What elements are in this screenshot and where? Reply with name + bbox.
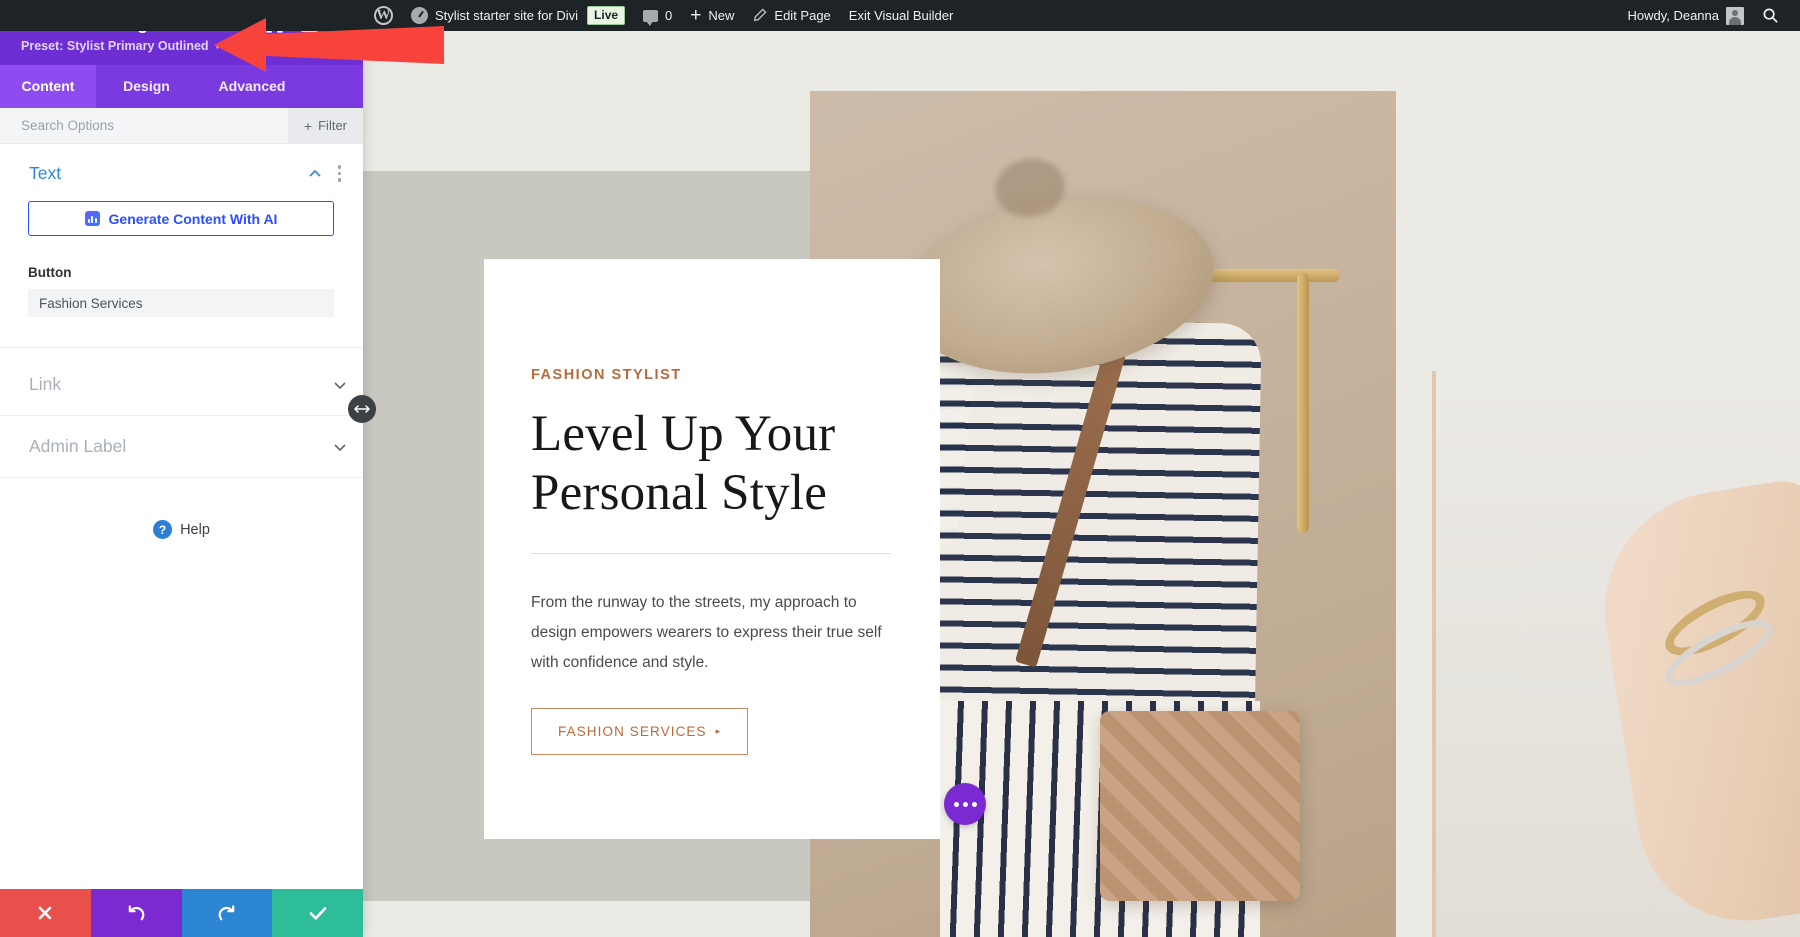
preset-selector[interactable]: Preset: Stylist Primary Outlined ▼ [21,39,221,53]
pencil-icon [752,8,767,23]
filter-button[interactable]: + Filter [288,108,363,143]
plus-icon: + [304,119,312,133]
heading-line-1: Level Up Your [531,406,835,462]
help-label: Help [180,522,210,538]
tab-advanced[interactable]: Advanced [197,65,307,108]
secondary-photograph [1432,371,1800,937]
search-input[interactable] [0,108,288,143]
site-name-menu[interactable]: Stylist starter site for Divi [402,0,587,31]
site-name-label: Stylist starter site for Divi [435,8,578,23]
search-icon [1762,7,1779,24]
menu-dot-1 [338,165,342,169]
hero-card-inner: FASHION STYLIST Level Up Your Personal S… [484,259,940,755]
adminbar-left-group: W Stylist starter site for Divi Live 0 +… [0,0,962,31]
wp-logo-menu[interactable]: W [365,0,402,31]
plus-icon: + [690,6,701,25]
hero-text-card: FASHION STYLIST Level Up Your Personal S… [484,259,940,839]
comment-count: 0 [665,8,672,23]
ai-bar-3 [95,218,97,223]
generate-content-with-ai-button[interactable]: Generate Content With AI [28,201,334,236]
horizontal-resize-icon [354,403,370,415]
adminbar-right-group: Howdy, Deanna [1618,0,1800,31]
edit-page-link[interactable]: Edit Page [743,0,839,31]
section-text-header[interactable]: Text [0,163,363,184]
panel-footer [0,889,363,937]
my-account-menu[interactable]: Howdy, Deanna [1618,0,1753,31]
ai-bar-2 [91,216,93,223]
tab-design[interactable]: Design [96,65,197,108]
adminbar-search-button[interactable] [1753,0,1788,31]
hero-paragraph: From the runway to the streets, my appro… [531,588,896,677]
edit-page-label: Edit Page [774,8,830,23]
redo-button[interactable] [182,889,273,937]
module-more-options-button[interactable] [944,783,986,825]
fashion-services-button[interactable]: FASHION SERVICES ▸ [531,708,748,755]
button-settings-panel: Button Settings Preset: Stylist Primary … [0,0,363,937]
preset-label: Preset: Stylist Primary Outlined [21,39,209,53]
clothing-rack-post [1297,273,1309,533]
redo-icon [216,903,237,924]
tab-content[interactable]: Content [0,65,96,108]
woven-bag [1100,711,1300,901]
section-text: Text Generate Content With AI Bu [0,144,363,354]
search-options-row: + Filter [0,108,363,144]
comments-menu[interactable]: 0 [634,0,681,31]
arrow-right-icon: ▸ [716,727,722,736]
chevron-down-icon[interactable] [333,440,347,454]
menu-dot-2 [338,172,342,176]
section-text-menu-icon[interactable] [332,163,348,184]
live-badge: Live [587,6,625,25]
striped-shirt [924,318,1261,744]
live-status: Live [587,0,634,31]
dot-2 [963,802,968,807]
generate-content-label: Generate Content With AI [109,211,278,227]
menu-dot-3 [338,178,342,182]
section-link-title: Link [29,374,333,395]
dashboard-icon [411,7,428,24]
wordpress-admin-bar: W Stylist starter site for Divi Live 0 +… [0,0,1800,31]
filter-label: Filter [318,118,347,133]
panel-resize-handle[interactable] [348,395,376,423]
undo-icon [126,903,147,924]
help-button[interactable]: ? Help [0,520,363,539]
new-label: New [708,8,734,23]
section-divider [0,347,363,348]
avatar [1726,7,1744,25]
dot-3 [972,802,977,807]
panel-body: Text Generate Content With AI Bu [0,144,363,889]
new-content-menu[interactable]: + New [681,0,743,31]
eyebrow-text: FASHION STYLIST [531,367,940,383]
section-link[interactable]: Link [0,354,363,416]
divider-rule [531,553,891,554]
fashion-services-button-label: FASHION SERVICES [558,724,707,739]
wordpress-logo-icon: W [374,6,393,25]
button-text-input[interactable] [28,289,334,317]
dot-1 [954,802,959,807]
page-title: Level Up Your Personal Style [531,405,940,523]
howdy-label: Howdy, Deanna [1627,8,1719,23]
model-arm [1588,476,1800,937]
chevron-down-icon: ▼ [214,42,222,51]
ai-bar-1 [88,219,90,223]
undo-button[interactable] [91,889,182,937]
section-text-title: Text [29,163,298,184]
heading-line-2: Personal Style [531,465,827,521]
chevron-up-icon[interactable] [308,167,322,181]
save-button[interactable] [272,889,363,937]
question-mark-icon: ? [153,520,172,539]
section-admin-label[interactable]: Admin Label [0,416,363,478]
cancel-button[interactable] [0,889,91,937]
ai-icon [85,211,100,226]
close-icon [35,903,55,923]
checkmark-icon [307,902,329,924]
exit-visual-builder-link[interactable]: Exit Visual Builder [840,0,963,31]
section-admin-label-title: Admin Label [29,436,333,457]
comment-bubble-icon [643,10,658,22]
panel-tabs: Content Design Advanced [0,65,363,108]
exit-builder-label: Exit Visual Builder [849,8,954,23]
button-field-label: Button [28,265,363,280]
chevron-down-icon[interactable] [333,378,347,392]
